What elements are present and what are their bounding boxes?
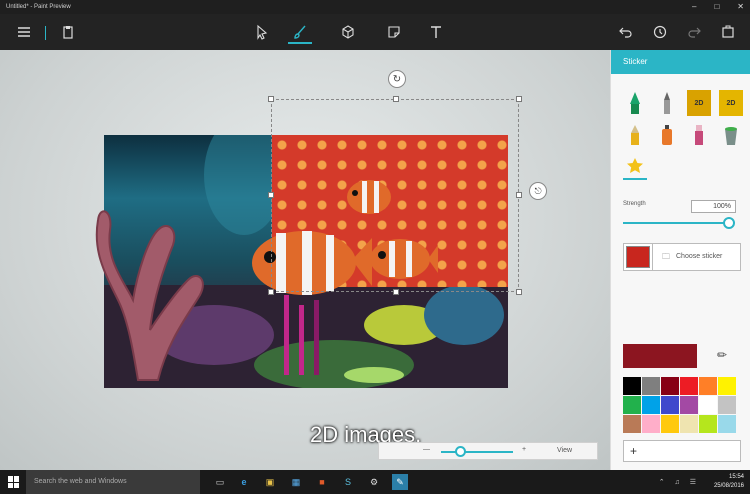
redo-icon[interactable] — [682, 20, 706, 44]
toolbar-separator — [45, 26, 46, 40]
cursor-icon[interactable] — [250, 20, 274, 44]
palette-swatch[interactable] — [699, 415, 717, 433]
canvas-area[interactable]: ↻ ⎋ 2D images, — + View — [0, 50, 610, 470]
strength-label: Strength — [623, 201, 646, 207]
close-button[interactable]: ✕ — [737, 0, 744, 14]
taskbar-clock[interactable]: 15:54 25/08/2016 — [714, 473, 744, 491]
text-icon[interactable] — [424, 20, 448, 44]
palette-swatch[interactable] — [718, 377, 736, 395]
cube-icon[interactable] — [336, 20, 360, 44]
palette-swatch[interactable] — [642, 377, 660, 395]
palette-swatch[interactable] — [661, 415, 679, 433]
palette-swatch[interactable] — [699, 377, 717, 395]
choose-sticker-label: Choose sticker — [676, 253, 723, 260]
title-bar: Untitled* - Paint Preview – □ ✕ — [0, 0, 750, 14]
zoom-bar: — + View — [378, 442, 598, 460]
history-icon[interactable] — [648, 20, 672, 44]
sticker-bucket[interactable] — [719, 122, 743, 148]
selection-box[interactable] — [268, 96, 522, 295]
zoom-out-button[interactable]: — — [423, 446, 430, 453]
current-sticker-swatch — [626, 246, 650, 268]
zoom-track[interactable] — [441, 451, 513, 453]
resize-handle-e[interactable] — [516, 192, 522, 198]
brush-icon[interactable] — [288, 20, 312, 44]
window-title: Untitled* - Paint Preview — [6, 4, 71, 10]
maximize-button[interactable]: □ — [714, 0, 719, 14]
sticker-marker[interactable] — [623, 90, 647, 116]
explorer-icon[interactable]: ▣ — [262, 474, 278, 490]
palette-swatch[interactable] — [661, 396, 679, 414]
active-tool-indicator — [288, 42, 312, 44]
sticker-panel: Sticker 2D 2D Strength 100% 🗀 Choose sti… — [610, 50, 750, 470]
strength-slider-thumb[interactable] — [723, 217, 735, 229]
skype-icon[interactable]: S — [340, 474, 356, 490]
coral-3d-object[interactable] — [78, 190, 218, 390]
window-controls: – □ ✕ — [692, 0, 744, 14]
taskbar: Search the web and Windows ▭ e ▣ ▦ ■ S ⚙… — [0, 470, 750, 494]
resize-handle-s[interactable] — [393, 289, 399, 295]
hamburger-icon[interactable] — [12, 20, 36, 44]
eyedropper-icon[interactable]: ✏ — [717, 348, 727, 362]
palette-swatch[interactable] — [680, 415, 698, 433]
choose-sticker-button[interactable]: 🗀 Choose sticker — [623, 243, 741, 271]
palette-swatch[interactable] — [661, 377, 679, 395]
palette-swatch[interactable] — [623, 396, 641, 414]
palette-swatch[interactable] — [642, 415, 660, 433]
view-button[interactable]: View — [557, 447, 572, 454]
strength-slider[interactable] — [623, 222, 733, 224]
stamp-icon[interactable]: ⎋ — [529, 182, 547, 200]
resize-handle-nw[interactable] — [268, 96, 274, 102]
office-icon[interactable]: ■ — [314, 474, 330, 490]
panel-title: Sticker — [611, 50, 750, 74]
resize-handle-n[interactable] — [393, 96, 399, 102]
palette-swatch[interactable] — [623, 415, 641, 433]
task-view-icon[interactable]: ▭ — [212, 474, 228, 490]
sticker-2d-pen[interactable]: 2D — [719, 90, 743, 116]
palette-swatch[interactable] — [699, 396, 717, 414]
sticker-spray[interactable] — [655, 122, 679, 148]
palette-swatch[interactable] — [718, 415, 736, 433]
windows-start-icon[interactable] — [8, 476, 20, 488]
paste-3d-icon[interactable] — [716, 20, 740, 44]
resize-handle-sw[interactable] — [268, 289, 274, 295]
resize-handle-ne[interactable] — [516, 96, 522, 102]
sticker-icon[interactable] — [382, 20, 406, 44]
zoom-slider-thumb[interactable] — [455, 446, 466, 457]
choose-sticker-divider — [652, 244, 653, 270]
sticker-crayon[interactable] — [623, 122, 647, 148]
folder-icon: 🗀 — [662, 252, 670, 261]
palette-swatch[interactable] — [680, 396, 698, 414]
resize-handle-w[interactable] — [268, 192, 274, 198]
settings-icon[interactable]: ⚙ — [366, 474, 382, 490]
resize-handle-se[interactable] — [516, 289, 522, 295]
rotate-icon[interactable]: ↻ — [388, 70, 406, 88]
minimize-button[interactable]: – — [692, 0, 696, 14]
palette-swatch[interactable] — [642, 396, 660, 414]
undo-icon[interactable] — [614, 20, 638, 44]
add-color-button[interactable]: + — [623, 440, 741, 462]
clock-date: 25/08/2016 — [713, 483, 744, 489]
sticker-grid: 2D 2D — [623, 90, 743, 180]
palette-swatch[interactable] — [718, 396, 736, 414]
store-icon[interactable]: ▦ — [288, 474, 304, 490]
strength-input[interactable]: 100% — [691, 200, 736, 213]
top-toolbar — [0, 14, 750, 50]
color-palette — [623, 377, 739, 433]
clock-time: 15:54 — [728, 474, 744, 480]
system-tray[interactable]: ⌃ ♫ ☰ — [659, 478, 700, 486]
clipboard-icon[interactable] — [56, 20, 80, 44]
taskbar-search[interactable]: Search the web and Windows — [26, 470, 200, 494]
sticker-2d-paint[interactable]: 2D — [687, 90, 711, 116]
current-color-swatch[interactable] — [623, 344, 697, 368]
palette-swatch[interactable] — [680, 377, 698, 395]
palette-swatch[interactable] — [623, 377, 641, 395]
sticker-pencil[interactable] — [655, 90, 679, 116]
zoom-in-button[interactable]: + — [522, 446, 526, 453]
paint-app-icon[interactable]: ✎ — [392, 474, 408, 490]
sticker-eraser[interactable] — [687, 122, 711, 148]
edge-icon[interactable]: e — [236, 474, 252, 490]
sticker-star[interactable] — [623, 154, 647, 180]
